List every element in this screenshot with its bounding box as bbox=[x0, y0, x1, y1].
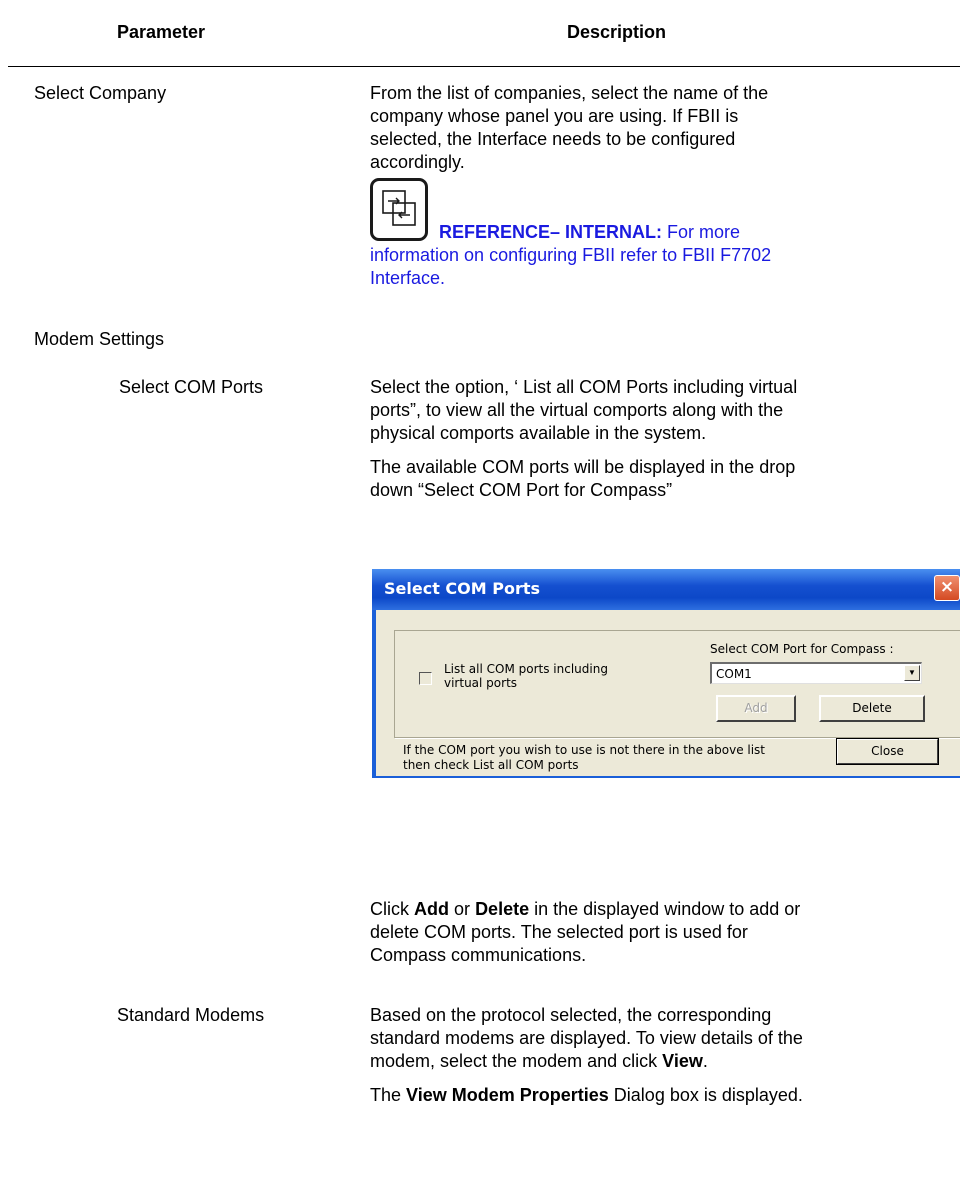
param-modem-settings: Modem Settings bbox=[34, 329, 165, 349]
dialog-title: Select COM Ports bbox=[384, 579, 541, 598]
close-button[interactable]: Close bbox=[836, 738, 939, 765]
add-button[interactable]: Add bbox=[716, 695, 796, 722]
desc-line: Compass communications. bbox=[370, 945, 587, 965]
desc-text: Click bbox=[370, 899, 409, 919]
desc-text: Dialog box is displayed. bbox=[613, 1085, 803, 1105]
reference-link-text[interactable]: Interface. bbox=[370, 267, 445, 290]
desc-line: Based on the protocol selected, the corr… bbox=[370, 1005, 772, 1025]
desc-line: selected, the Interface needs to be conf… bbox=[370, 129, 736, 149]
header-divider bbox=[8, 66, 960, 67]
column-header-description: Description bbox=[567, 22, 667, 42]
reference-icon bbox=[370, 178, 428, 241]
hint-text: If the COM port you wish to use is not t… bbox=[403, 743, 766, 757]
desc-bold-view-modem-properties: View Modem Properties bbox=[406, 1085, 609, 1105]
column-header-parameter: Parameter bbox=[117, 22, 206, 42]
param-select-company: Select Company bbox=[34, 83, 167, 103]
list-all-ports-checkbox[interactable] bbox=[419, 672, 432, 685]
desc-add-delete-line1: Click Add or Delete in the displayed win… bbox=[370, 898, 800, 921]
reference-label: REFERENCE– INTERNAL: bbox=[439, 222, 663, 242]
chevron-down-icon[interactable]: ▼ bbox=[904, 665, 920, 681]
desc-text: or bbox=[454, 899, 471, 919]
desc-text: modem, select the modem and click bbox=[370, 1051, 658, 1071]
desc-bold-view: View bbox=[662, 1051, 703, 1071]
desc-line: From the list of companies, select the n… bbox=[370, 83, 769, 103]
desc-text: The bbox=[370, 1085, 402, 1105]
delete-button[interactable]: Delete bbox=[819, 695, 925, 722]
desc-line: down “Select COM Port for Compass” bbox=[370, 480, 673, 500]
desc-line: standard modems are displayed. To view d… bbox=[370, 1028, 803, 1048]
checkbox-label[interactable]: virtual ports bbox=[444, 675, 517, 691]
com-port-select-value: COM1 bbox=[716, 667, 752, 681]
dialog-title-bar[interactable]: Select COM Ports × bbox=[372, 569, 960, 610]
desc-line: The available COM ports will be displaye… bbox=[370, 457, 796, 477]
desc-line: company whose panel you are using. If FB… bbox=[370, 106, 739, 126]
close-icon[interactable]: × bbox=[934, 575, 960, 601]
select-port-label: Select COM Port for Compass : bbox=[710, 642, 894, 656]
reference-link-text[interactable]: information on configuring FBII refer to… bbox=[370, 244, 771, 267]
reference-line1: REFERENCE– INTERNAL: For more bbox=[439, 221, 740, 244]
desc-line: physical comports available in the syste… bbox=[370, 423, 707, 443]
hint-text: then check List all COM ports bbox=[403, 758, 579, 772]
desc-bold-add: Add bbox=[414, 899, 450, 919]
com-port-select[interactable]: COM1 ▼ bbox=[710, 662, 922, 684]
desc-text: in the displayed window to add or bbox=[534, 899, 801, 919]
desc-line: accordingly. bbox=[370, 152, 465, 172]
param-select-com-ports: Select COM Ports bbox=[119, 377, 264, 397]
desc-line: delete COM ports. The selected port is u… bbox=[370, 922, 748, 942]
desc-line: Select the option, ‘ List all COM Ports … bbox=[370, 377, 798, 397]
param-standard-modems: Standard Modems bbox=[117, 1005, 265, 1025]
desc-bold-delete: Delete bbox=[475, 899, 530, 919]
desc-line: ports”, to view all the virtual comports… bbox=[370, 400, 784, 420]
desc-text: . bbox=[702, 1051, 708, 1071]
desc-line: modem, select the modem and click View. bbox=[370, 1050, 708, 1073]
reference-text: For more bbox=[667, 222, 741, 242]
desc-line: The View Modem Properties Dialog box is … bbox=[370, 1084, 803, 1107]
